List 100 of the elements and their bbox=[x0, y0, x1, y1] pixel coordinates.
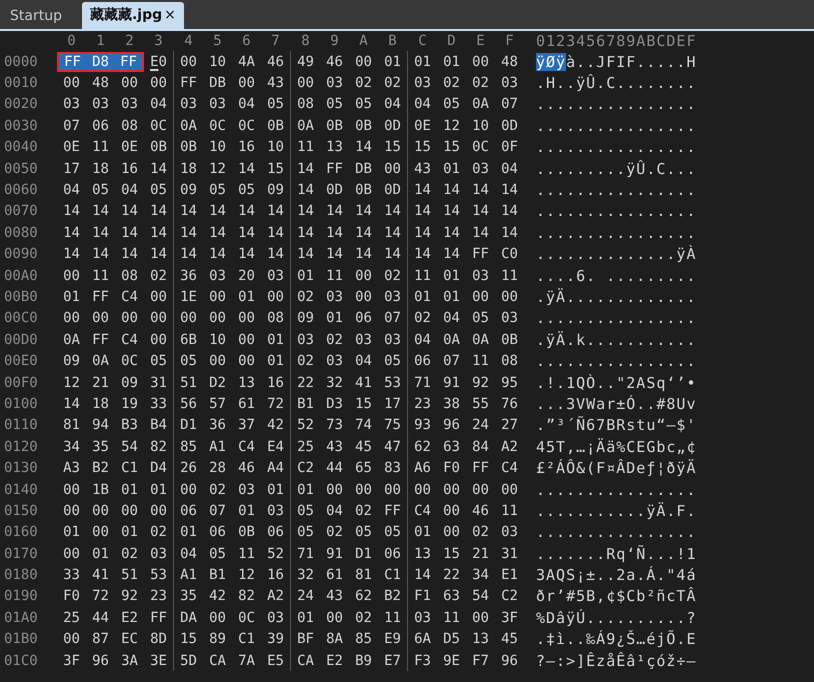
hex-byte[interactable]: 12 bbox=[437, 116, 466, 136]
hex-byte[interactable]: 0C bbox=[232, 116, 261, 136]
hex-byte[interactable]: 15 bbox=[174, 629, 203, 650]
hex-byte[interactable]: 00 bbox=[144, 500, 173, 521]
hex-byte[interactable]: 15 bbox=[408, 137, 437, 158]
hex-byte[interactable]: 15 bbox=[437, 544, 466, 564]
hex-byte[interactable]: 3E bbox=[144, 650, 173, 671]
hex-byte[interactable]: 14 bbox=[86, 222, 115, 243]
hex-byte[interactable]: 11 bbox=[232, 544, 261, 564]
hex-byte[interactable]: 52 bbox=[261, 544, 290, 564]
hex-byte[interactable]: 63 bbox=[437, 436, 466, 457]
hex-byte[interactable]: 00 bbox=[115, 308, 144, 328]
hex-byte[interactable]: 07 bbox=[378, 308, 407, 328]
hex-byte[interactable]: 01 bbox=[261, 351, 290, 372]
hex-byte[interactable]: 00 bbox=[466, 286, 495, 307]
hex-byte[interactable]: C1 bbox=[232, 629, 261, 650]
hex-byte[interactable]: 00 bbox=[57, 500, 86, 521]
hex-byte[interactable]: 01 bbox=[408, 286, 437, 307]
hex-byte[interactable]: 14 bbox=[261, 201, 290, 222]
hex-byte[interactable]: 46 bbox=[320, 52, 349, 72]
hex-byte[interactable]: 0D bbox=[320, 180, 349, 200]
hex-byte[interactable]: 00 bbox=[320, 608, 349, 628]
hex-byte[interactable]: B3 bbox=[115, 415, 144, 436]
hex-byte[interactable]: 14 bbox=[232, 222, 261, 243]
hex-byte[interactable]: 02 bbox=[349, 608, 378, 628]
hex-byte[interactable]: 14 bbox=[261, 244, 290, 264]
hex-byte[interactable]: A1 bbox=[174, 565, 203, 586]
hex-byte[interactable]: 02 bbox=[466, 522, 495, 542]
hex-byte[interactable]: 0A bbox=[57, 330, 86, 350]
hex-byte[interactable]: 16 bbox=[261, 565, 290, 586]
hex-byte[interactable]: F7 bbox=[466, 650, 495, 671]
hex-byte[interactable]: A3 bbox=[57, 458, 86, 478]
hex-byte[interactable]: 57 bbox=[203, 394, 232, 414]
hex-byte[interactable]: 0A bbox=[174, 116, 203, 136]
hex-byte[interactable]: 0B bbox=[261, 116, 290, 136]
hex-byte[interactable]: 14 bbox=[57, 394, 86, 414]
hex-byte[interactable]: 39 bbox=[261, 629, 290, 650]
hex-byte[interactable]: 04 bbox=[57, 180, 86, 200]
hex-byte[interactable]: 04 bbox=[144, 94, 173, 114]
hex-byte[interactable]: 11 bbox=[291, 137, 320, 158]
hex-byte[interactable]: E4 bbox=[261, 436, 290, 457]
hex-byte[interactable]: 00 bbox=[174, 308, 203, 328]
hex-byte[interactable]: 07 bbox=[495, 94, 524, 114]
hex-byte[interactable]: 0A bbox=[437, 330, 466, 350]
hex-byte[interactable]: 35 bbox=[174, 586, 203, 606]
hex-byte[interactable]: 00 bbox=[144, 73, 173, 94]
hex-byte[interactable]: 14 bbox=[349, 137, 378, 158]
hex-byte[interactable]: 14 bbox=[232, 244, 261, 264]
hex-byte[interactable]: E0 bbox=[144, 52, 173, 72]
hex-byte[interactable]: 05 bbox=[291, 522, 320, 542]
hex-byte[interactable]: 00 bbox=[349, 52, 378, 72]
hex-byte[interactable]: 18 bbox=[86, 158, 115, 179]
hex-byte[interactable]: 00 bbox=[57, 266, 86, 286]
hex-byte[interactable]: 14 bbox=[115, 201, 144, 222]
hex-byte[interactable]: 14 bbox=[291, 222, 320, 243]
hex-byte[interactable]: 15 bbox=[261, 158, 290, 179]
hex-byte[interactable]: 01 bbox=[232, 500, 261, 521]
hex-byte[interactable]: 08 bbox=[291, 94, 320, 114]
hex-byte[interactable]: E5 bbox=[261, 650, 290, 671]
hex-byte[interactable]: 0B bbox=[349, 116, 378, 136]
hex-byte[interactable]: 05 bbox=[86, 180, 115, 200]
hex-byte[interactable]: 05 bbox=[320, 94, 349, 114]
hex-byte[interactable]: 00 bbox=[378, 480, 407, 500]
hex-byte[interactable]: 04 bbox=[408, 330, 437, 350]
hex-byte[interactable]: 85 bbox=[174, 436, 203, 457]
hex-byte[interactable]: 00 bbox=[203, 286, 232, 307]
hex-byte[interactable]: 0A bbox=[86, 351, 115, 372]
hex-byte[interactable]: 92 bbox=[115, 586, 144, 606]
hex-byte[interactable]: 06 bbox=[174, 500, 203, 521]
hex-byte[interactable]: 14 bbox=[261, 222, 290, 243]
hex-byte[interactable]: 02 bbox=[320, 522, 349, 542]
hex-byte[interactable]: 37 bbox=[232, 415, 261, 436]
hex-byte[interactable]: 00 bbox=[144, 308, 173, 328]
hex-byte[interactable]: 54 bbox=[115, 436, 144, 457]
hex-byte[interactable]: 01 bbox=[115, 480, 144, 500]
hex-byte[interactable]: 17 bbox=[378, 394, 407, 414]
hex-byte[interactable]: 31 bbox=[144, 372, 173, 393]
hex-byte[interactable]: 03 bbox=[466, 158, 495, 179]
hex-byte[interactable]: 92 bbox=[466, 372, 495, 393]
hex-byte[interactable]: 00 bbox=[437, 480, 466, 500]
hex-byte[interactable]: 00 bbox=[232, 308, 261, 328]
hex-byte[interactable]: 56 bbox=[174, 394, 203, 414]
hex-byte[interactable]: 04 bbox=[437, 308, 466, 328]
hex-byte[interactable]: 82 bbox=[232, 586, 261, 606]
hex-byte[interactable]: 14 bbox=[378, 222, 407, 243]
hex-byte[interactable]: 6B bbox=[174, 330, 203, 350]
hex-byte[interactable]: 14 bbox=[232, 158, 261, 179]
hex-byte[interactable]: C4 bbox=[115, 330, 144, 350]
hex-byte[interactable]: C4 bbox=[495, 458, 524, 478]
hex-byte[interactable]: 81 bbox=[349, 565, 378, 586]
hex-byte[interactable]: 06 bbox=[408, 351, 437, 372]
hex-byte[interactable]: 00 bbox=[408, 480, 437, 500]
hex-byte[interactable]: 03 bbox=[115, 94, 144, 114]
hex-byte[interactable]: 00 bbox=[349, 266, 378, 286]
selected-byte[interactable]: FF bbox=[57, 52, 86, 72]
hex-byte[interactable]: 45 bbox=[349, 436, 378, 457]
hex-byte[interactable]: C4 bbox=[408, 500, 437, 521]
hex-byte[interactable]: 09 bbox=[57, 351, 86, 372]
hex-byte[interactable]: 34 bbox=[57, 436, 86, 457]
hex-byte[interactable]: 09 bbox=[115, 372, 144, 393]
